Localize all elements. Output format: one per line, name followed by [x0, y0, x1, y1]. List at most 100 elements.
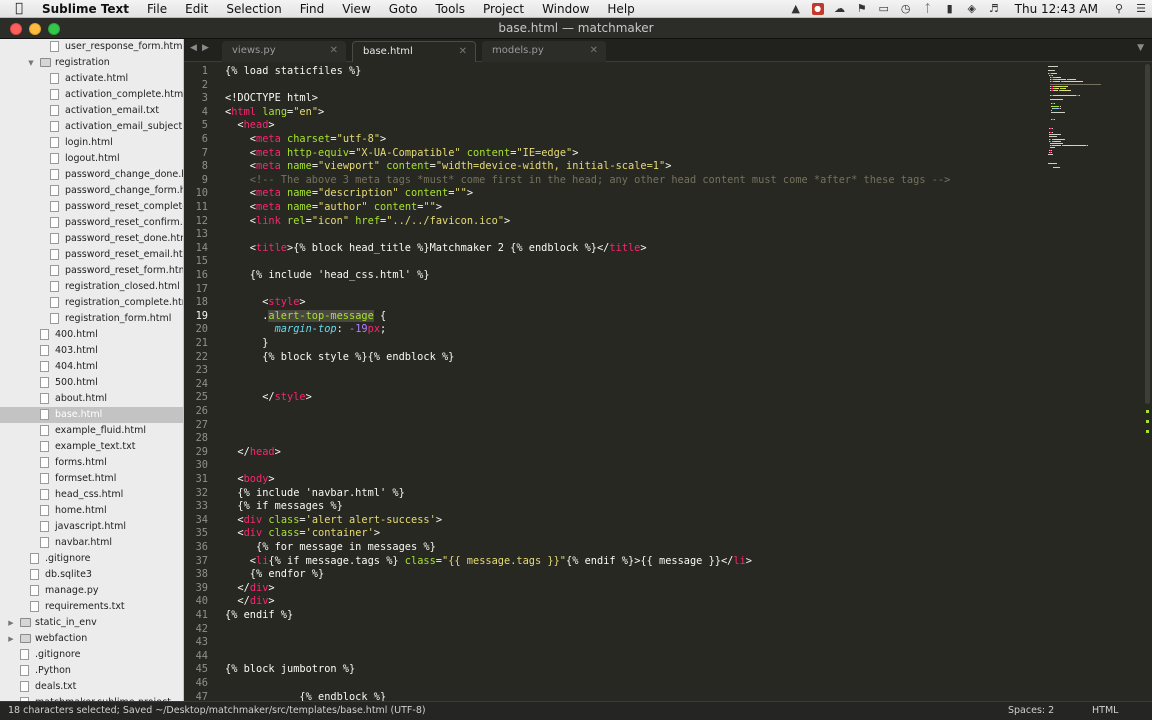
code-line[interactable]: 14 <title>{% block head_title %}Matchmak…	[184, 242, 1046, 255]
tree-file[interactable]: user_response_form.html	[0, 39, 183, 55]
tree-file[interactable]: 400.html	[0, 327, 183, 343]
close-tab-icon[interactable]: ✕	[330, 41, 338, 61]
menu-edit[interactable]: Edit	[176, 2, 217, 16]
tree-file[interactable]: 403.html	[0, 343, 183, 359]
code-line[interactable]: 28	[184, 432, 1046, 445]
menu-selection[interactable]: Selection	[217, 2, 290, 16]
zoom-window-button[interactable]	[48, 23, 60, 35]
code-line[interactable]: 38 {% endfor %}	[184, 568, 1046, 581]
code-line[interactable]: 7 <meta http-equiv="X-UA-Compatible" con…	[184, 147, 1046, 160]
notification-icon[interactable]: ⚑	[851, 2, 873, 15]
menu-tools[interactable]: Tools	[426, 2, 474, 16]
tree-file[interactable]: registration_closed.html	[0, 279, 183, 295]
minimize-window-button[interactable]	[29, 23, 41, 35]
code-line[interactable]: 30	[184, 459, 1046, 472]
code-line[interactable]: 22 {% block style %}{% endblock %}	[184, 351, 1046, 364]
code-editor[interactable]: 1 {% load staticfiles %} 2 3 <!DOCTYPE html>…	[184, 62, 1144, 701]
app-menu[interactable]: Sublime Text	[38, 2, 138, 16]
code-line[interactable]: 16 {% include 'head_css.html' %}	[184, 269, 1046, 282]
tree-file[interactable]: formset.html	[0, 471, 183, 487]
menu-project[interactable]: Project	[474, 2, 533, 16]
time-machine-icon[interactable]: ◷	[895, 2, 917, 15]
code-line[interactable]: 35 <div class='container'>	[184, 527, 1046, 540]
list-icon[interactable]: ☰	[1130, 2, 1152, 15]
code-line[interactable]: 1 {% load staticfiles %}	[184, 65, 1046, 78]
tree-file[interactable]: 500.html	[0, 375, 183, 391]
tree-file[interactable]: logout.html	[0, 151, 183, 167]
tree-file[interactable]: manage.py	[0, 583, 183, 599]
minimap[interactable]	[1044, 62, 1144, 701]
cloud-icon[interactable]: ☁	[829, 2, 851, 15]
tree-file[interactable]: navbar.html	[0, 535, 183, 551]
tree-folder[interactable]: ▶ webfaction	[0, 631, 183, 647]
tree-file[interactable]: deals.txt	[0, 679, 183, 695]
code-line[interactable]: 8 <meta name="viewport" content="width=d…	[184, 160, 1046, 173]
tree-file[interactable]: activation_email.txt	[0, 103, 183, 119]
menu-file[interactable]: File	[138, 2, 176, 16]
tree-file[interactable]: requirements.txt	[0, 599, 183, 615]
code-line[interactable]: 17	[184, 283, 1046, 296]
syntax-selector[interactable]: HTML	[1092, 702, 1118, 720]
code-line[interactable]: 4 <html lang="en">	[184, 106, 1046, 119]
code-line[interactable]: 41 {% endif %}	[184, 609, 1046, 622]
code-line[interactable]: 6 <meta charset="utf-8">	[184, 133, 1046, 146]
tab-forward-icon[interactable]: ▶	[202, 43, 209, 53]
code-line[interactable]: 15	[184, 255, 1046, 268]
drive-icon[interactable]: ▲	[785, 2, 807, 15]
menu-find[interactable]: Find	[291, 2, 334, 16]
disclosure-open-icon[interactable]: ▼	[26, 55, 36, 71]
menu-goto[interactable]: Goto	[380, 2, 427, 16]
mirror-icon[interactable]: ▭	[873, 2, 895, 15]
tree-file[interactable]: password_change_form.html	[0, 183, 183, 199]
tree-file[interactable]: base.html	[0, 407, 183, 423]
tab-base-html[interactable]: base.html ✕	[352, 41, 476, 62]
tree-file[interactable]: activation_complete.html	[0, 87, 183, 103]
close-tab-icon[interactable]: ✕	[590, 41, 598, 61]
tree-file[interactable]: example_fluid.html	[0, 423, 183, 439]
code-line[interactable]: 24	[184, 378, 1046, 391]
vertical-scrollbar[interactable]	[1144, 62, 1152, 701]
sidebar-file-tree[interactable]: user_response_form.html ▼ registration acti…	[0, 39, 184, 701]
code-line[interactable]: 20 margin-top: -19px;	[184, 323, 1046, 336]
tree-file[interactable]: activate.html	[0, 71, 183, 87]
tree-file[interactable]: activation_email_subject.txt	[0, 119, 183, 135]
code-line[interactable]: 2	[184, 79, 1046, 92]
battery-icon[interactable]: ▮	[939, 2, 961, 15]
code-line[interactable]: 39 </div>	[184, 582, 1046, 595]
tree-file[interactable]: .Python	[0, 663, 183, 679]
code-line[interactable]: 3 <!DOCTYPE html>	[184, 92, 1046, 105]
code-line[interactable]: 44	[184, 650, 1046, 663]
disclosure-closed-icon[interactable]: ▶	[6, 615, 16, 631]
code-line[interactable]: 36 {% for message in messages %}	[184, 541, 1046, 554]
tab-overflow-menu-icon[interactable]: ▼	[1137, 43, 1144, 53]
code-line[interactable]: 18 <style>	[184, 296, 1046, 309]
tree-file[interactable]: password_reset_confirm.html	[0, 215, 183, 231]
tree-file[interactable]: home.html	[0, 503, 183, 519]
disclosure-closed-icon[interactable]: ▶	[6, 631, 16, 647]
code-line[interactable]: 19 .alert-top-message {	[184, 309, 1046, 323]
menu-view[interactable]: View	[333, 2, 379, 16]
code-line[interactable]: 25 </style>	[184, 391, 1046, 404]
tree-file[interactable]: .gitignore	[0, 551, 183, 567]
code-line[interactable]: 5 <head>	[184, 119, 1046, 132]
code-line[interactable]: 9 <!-- The above 3 meta tags *must* come…	[184, 174, 1046, 187]
code-line[interactable]: 11 <meta name="author" content="">	[184, 201, 1046, 214]
bluetooth-icon[interactable]: ᛏ	[917, 2, 939, 15]
tree-file[interactable]: 404.html	[0, 359, 183, 375]
code-line[interactable]: 13	[184, 228, 1046, 241]
scrollbar-thumb[interactable]	[1145, 64, 1150, 404]
tree-file[interactable]: .gitignore	[0, 647, 183, 663]
code-line[interactable]: 42	[184, 623, 1046, 636]
wifi-icon[interactable]: ◈	[961, 2, 983, 15]
record-icon[interactable]: ●	[811, 2, 824, 15]
code-line[interactable]: 45 {% block jumbotron %}	[184, 663, 1046, 676]
tab-models-py[interactable]: models.py ✕	[482, 41, 606, 62]
menu-help[interactable]: Help	[598, 2, 643, 16]
tree-file[interactable]: password_reset_email.html	[0, 247, 183, 263]
tree-file[interactable]: password_reset_done.html	[0, 231, 183, 247]
tree-folder[interactable]: ▼ registration	[0, 55, 183, 71]
tree-file[interactable]: db.sqlite3	[0, 567, 183, 583]
tree-file[interactable]: javascript.html	[0, 519, 183, 535]
tree-file[interactable]: forms.html	[0, 455, 183, 471]
tree-file[interactable]: registration_form.html	[0, 311, 183, 327]
